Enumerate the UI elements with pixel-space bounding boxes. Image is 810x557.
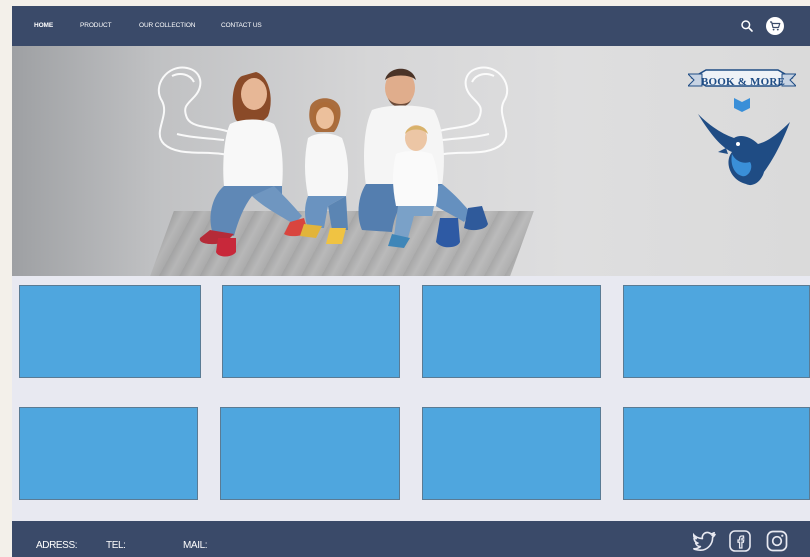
woman-figure (199, 72, 308, 257)
top-navigation-bar: HOME PRODUCT OUR COLLECTION CONTACT US (12, 6, 810, 46)
product-card-2[interactable] (222, 285, 400, 378)
product-card-8[interactable] (623, 407, 810, 500)
twitter-link[interactable] (691, 529, 717, 553)
nav-contact-us-link[interactable]: CONTACT US (221, 6, 262, 46)
product-card-5[interactable] (19, 407, 198, 500)
nav-product-link[interactable]: PRODUCT (80, 6, 112, 46)
footer-bar: ADRESS: TEL: MAIL: (12, 521, 810, 557)
footer-mail-label: MAIL: (183, 540, 208, 551)
product-card-1[interactable] (19, 285, 201, 378)
page: HOME PRODUCT OUR COLLECTION CONTACT US B… (12, 6, 810, 557)
nav-our-collection-link[interactable]: OUR COLLECTION (139, 6, 195, 46)
logo-text: BOOK & MORE (700, 76, 786, 88)
shopping-cart-button[interactable] (766, 17, 784, 35)
footer-tel-label: TEL: (106, 540, 126, 551)
girl-figure (300, 98, 349, 244)
facebook-link[interactable] (728, 529, 752, 553)
nav-home-link[interactable]: HOME (34, 6, 53, 46)
product-card-6[interactable] (220, 407, 400, 500)
search-button[interactable] (740, 19, 754, 33)
shopping-cart-icon (770, 21, 781, 31)
book-and-more-logo[interactable]: BOOK & MORE (688, 64, 796, 194)
product-card-3[interactable] (422, 285, 601, 378)
facebook-icon (729, 530, 751, 552)
family-photo-illustration (157, 66, 509, 257)
twitter-icon (691, 531, 716, 551)
footer-address-label: ADRESS: (36, 540, 78, 551)
hero-banner: BOOK & MORE (12, 46, 810, 276)
instagram-icon (766, 530, 788, 552)
search-icon (741, 20, 753, 32)
instagram-link[interactable] (765, 529, 789, 553)
product-card-7[interactable] (422, 407, 601, 500)
product-card-4[interactable] (623, 285, 810, 378)
